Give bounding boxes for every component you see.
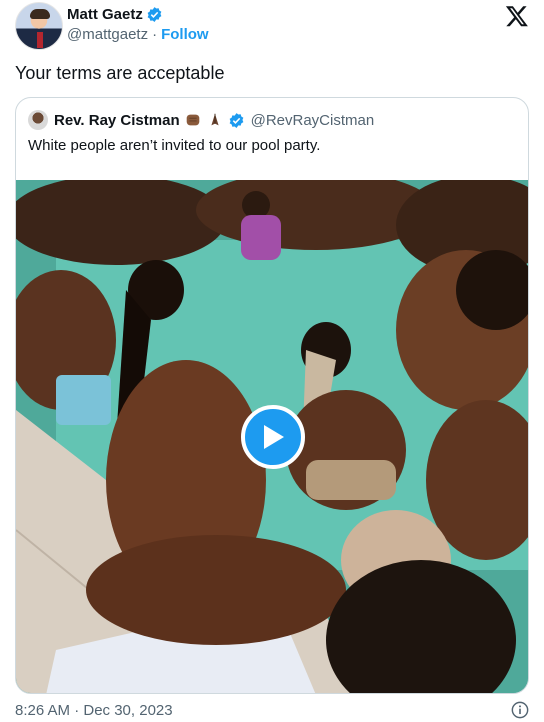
tweet-header: Matt Gaetz @mattgaetz · Follow <box>15 0 529 50</box>
quoted-author-name: Rev. Ray Cistman <box>54 111 180 129</box>
author-name[interactable]: Matt Gaetz <box>67 6 143 23</box>
play-button[interactable] <box>241 405 305 469</box>
quoted-author-handle: @RevRayCistman <box>250 111 375 129</box>
author-handle-row: @mattgaetz · Follow <box>67 26 209 43</box>
author-handle[interactable]: @mattgaetz <box>67 26 148 43</box>
quoted-tweet-text: White people aren’t invited to our pool … <box>28 137 321 154</box>
quoted-verified-badge-icon <box>229 112 243 128</box>
tweet-text: Your terms are acceptable <box>15 63 225 83</box>
quoted-tweet-header: Rev. Ray Cistman @RevRayCistman <box>28 110 374 130</box>
author-name-row: Matt Gaetz <box>67 4 163 24</box>
quoted-author-avatar <box>28 110 48 130</box>
raised-fist-emoji <box>186 114 199 126</box>
x-logo-icon[interactable] <box>505 4 529 28</box>
separator-dot: · <box>152 26 158 43</box>
video-thumbnail[interactable] <box>16 180 528 693</box>
verified-badge-icon <box>147 6 162 22</box>
quoted-tweet-card[interactable]: Rev. Ray Cistman @RevRayCistman White pe… <box>15 97 529 694</box>
info-icon[interactable] <box>511 701 529 719</box>
tweet-timestamp[interactable]: 8:26 AM · Dec 30, 2023 <box>15 702 173 719</box>
follow-button[interactable]: Follow <box>161 26 209 43</box>
author-avatar[interactable] <box>15 2 63 50</box>
play-icon <box>264 425 284 449</box>
folded-hands-emoji <box>211 113 219 126</box>
